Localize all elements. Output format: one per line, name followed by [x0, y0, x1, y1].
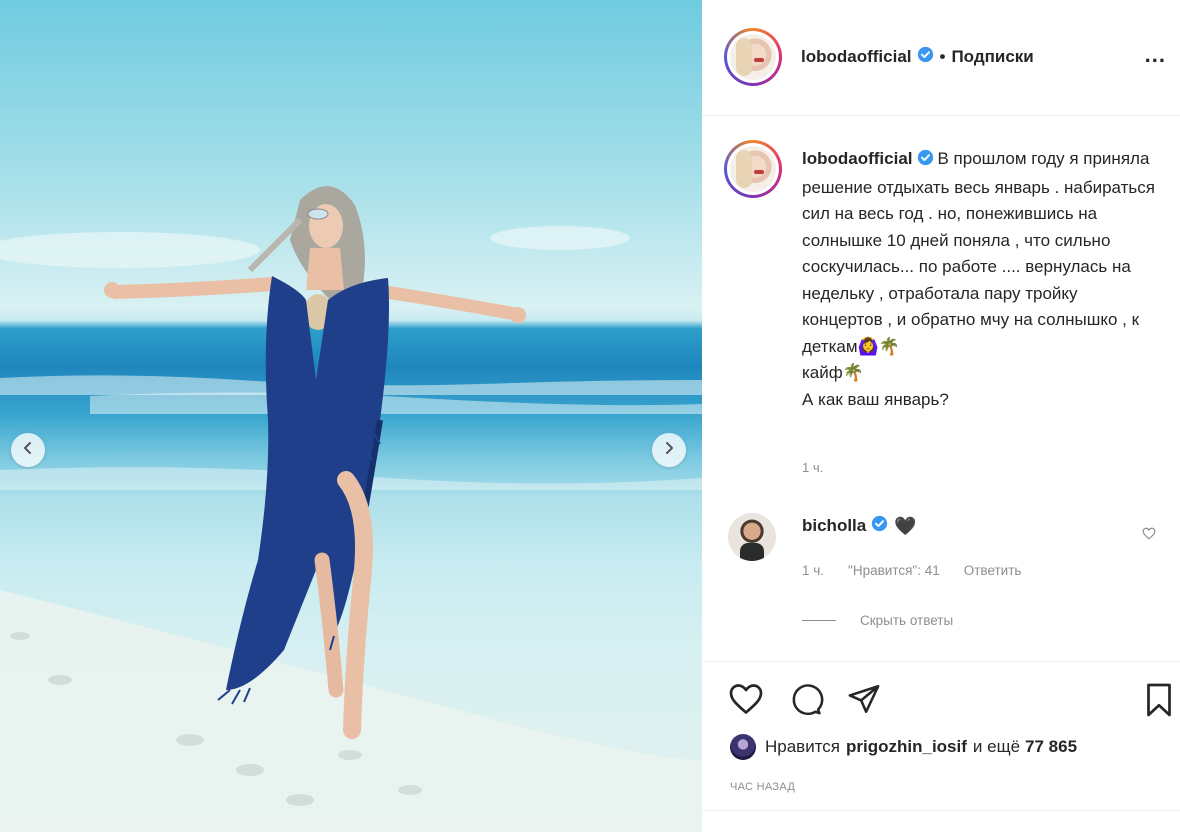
more-options-button[interactable]: ...	[1145, 44, 1166, 66]
post-header: lobodaofficial • Подписки ...	[702, 0, 1180, 116]
liker-avatar[interactable]	[730, 734, 756, 760]
comment-like-heart-icon[interactable]	[1142, 527, 1156, 545]
caption-body: В прошлом году я приняла решение отдыхат…	[802, 149, 1155, 409]
verified-badge-icon	[917, 148, 934, 175]
following-button[interactable]: Подписки	[951, 47, 1033, 67]
paper-plane-icon[interactable]	[846, 682, 882, 721]
likes-prefix: Нравится	[765, 737, 841, 756]
caption-username[interactable]: lobodaofficial	[802, 149, 913, 168]
chevron-left-icon	[21, 441, 35, 460]
post-timestamp[interactable]: ЧАС НАЗАД	[730, 781, 795, 793]
chevron-right-icon	[662, 441, 676, 460]
carousel-prev-button[interactable]	[11, 433, 45, 467]
comment-meta: 1 ч. "Нравится": 41 Ответить	[802, 563, 1021, 578]
likes-joiner: и ещё	[972, 737, 1021, 756]
caption-author-avatar[interactable]	[724, 140, 782, 198]
post-photo[interactable]	[0, 0, 702, 832]
verified-badge-icon	[871, 515, 888, 537]
comment-text: 🖤	[894, 515, 917, 536]
divider	[702, 810, 1180, 811]
comment-timestamp[interactable]: 1 ч.	[802, 563, 824, 578]
comment-likes-count[interactable]: "Нравится": 41	[848, 563, 940, 578]
author-avatar[interactable]	[724, 28, 782, 86]
liker-username[interactable]: prigozhin_iosif	[846, 737, 967, 757]
comment-item: bicholla 🖤 1 ч. "Нравится": 41 Ответить …	[702, 505, 1180, 645]
hide-replies-label: Скрыть ответы	[860, 613, 954, 628]
bookmark-icon[interactable]	[1142, 682, 1176, 723]
hide-replies-button[interactable]: Скрыть ответы	[802, 613, 953, 628]
beach-scene	[0, 186, 702, 832]
likes-summary: Нравится prigozhin_iosif и ещё 77 865	[730, 734, 1077, 760]
commenter-username[interactable]: bicholla	[802, 516, 866, 536]
comment-bubble-icon[interactable]	[788, 682, 824, 721]
post-side-panel: lobodaofficial • Подписки ... lobodaoffi…	[702, 0, 1180, 832]
author-username[interactable]: lobodaofficial	[801, 47, 912, 67]
header-line: lobodaofficial • Подписки	[801, 46, 1034, 68]
reply-button[interactable]: Ответить	[964, 563, 1022, 578]
replies-dash	[802, 620, 836, 621]
carousel-next-button[interactable]	[652, 433, 686, 467]
caption-timestamp[interactable]: 1 ч.	[802, 460, 823, 475]
verified-badge-icon	[917, 46, 934, 68]
header-separator: •	[939, 47, 946, 66]
caption-text: lobodaofficial В прошлом году я приняла р…	[802, 146, 1162, 413]
likes-count[interactable]: 77 865	[1025, 737, 1077, 757]
commenter-avatar[interactable]	[728, 513, 776, 561]
post-actions: Нравится prigozhin_iosif и ещё 77 865 ЧА…	[702, 661, 1180, 832]
comment-line: bicholla 🖤	[802, 515, 917, 537]
heart-icon[interactable]	[728, 682, 764, 721]
